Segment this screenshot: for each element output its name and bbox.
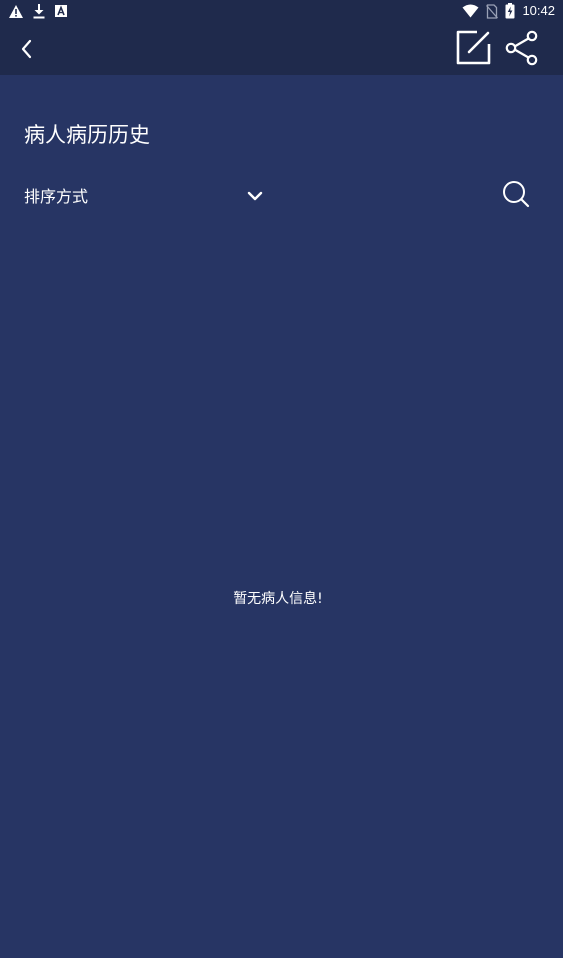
search-icon (503, 181, 530, 208)
font-icon (55, 5, 67, 17)
empty-state-message: 暂无病人信息! (233, 591, 323, 607)
share-icon (505, 30, 538, 66)
sort-label: 排序方式 (24, 187, 89, 206)
status-bar: 10:42 (0, 0, 563, 24)
warning-icon (9, 4, 23, 18)
sort-dropdown[interactable]: 排序方式 (24, 178, 274, 212)
status-time: 10:42 (522, 3, 555, 18)
download-icon (33, 4, 45, 19)
edit-button[interactable] (455, 30, 491, 66)
search-button[interactable] (500, 179, 532, 211)
share-button[interactable] (504, 30, 540, 66)
sort-row: 排序方式 (0, 178, 563, 212)
status-left-icons (8, 3, 68, 19)
edit-icon (456, 30, 491, 65)
no-sim-icon (486, 3, 499, 19)
back-button[interactable] (12, 34, 42, 64)
status-right-icons: 10:42 (462, 2, 555, 20)
battery-charging-icon (505, 3, 515, 19)
page-title: 病人病历历史 (24, 123, 150, 147)
chevron-down-icon (247, 191, 263, 201)
back-arrow-icon (21, 39, 32, 59)
wifi-icon (462, 4, 479, 18)
app-bar (0, 24, 563, 75)
